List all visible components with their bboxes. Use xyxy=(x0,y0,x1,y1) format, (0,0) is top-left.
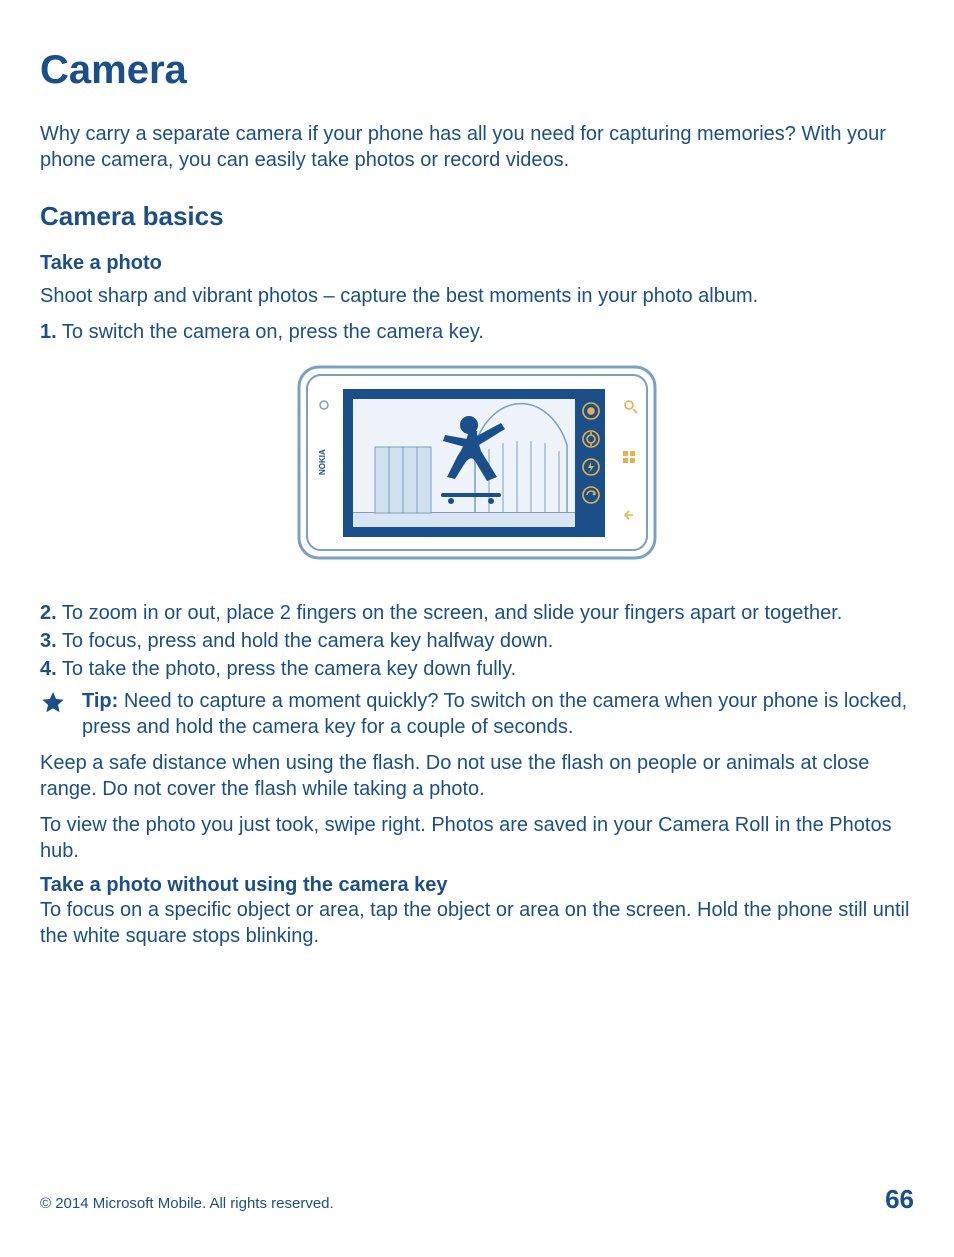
step-3: 3. To focus, press and hold the camera k… xyxy=(40,628,914,654)
step-4-number: 4. xyxy=(40,658,57,680)
step-1: 1. To switch the camera on, press the ca… xyxy=(40,319,914,345)
step-2-number: 2. xyxy=(40,602,57,624)
tip-text: Tip: Need to capture a moment quickly? T… xyxy=(82,688,914,740)
step-4-text: To take the photo, press the camera key … xyxy=(57,658,517,680)
subsection-heading-1: Take a photo xyxy=(40,252,914,275)
subsection-2-body: To focus on a specific object or area, t… xyxy=(40,897,914,949)
subsection-heading-2: Take a photo without using the camera ke… xyxy=(40,874,914,897)
illustration: NOKIA xyxy=(40,365,914,560)
tip-body: Need to capture a moment quickly? To swi… xyxy=(82,690,907,738)
step-1-number: 1. xyxy=(40,321,57,343)
page-footer: © 2014 Microsoft Mobile. All rights rese… xyxy=(40,1184,914,1215)
page-title: Camera xyxy=(40,48,914,93)
section-heading: Camera basics xyxy=(40,201,914,232)
step-2-text: To zoom in or out, place 2 fingers on th… xyxy=(57,602,843,624)
copyright-text: © 2014 Microsoft Mobile. All rights rese… xyxy=(40,1195,334,1212)
tip-label: Tip: xyxy=(82,690,118,712)
step-2: 2. To zoom in or out, place 2 fingers on… xyxy=(40,600,914,626)
step-3-number: 3. xyxy=(40,630,57,652)
document-page: Camera Why carry a separate camera if yo… xyxy=(0,0,954,1257)
brand-text: NOKIA xyxy=(318,449,327,475)
step-4: 4. To take the photo, press the camera k… xyxy=(40,656,914,682)
phone-camera-illustration: NOKIA xyxy=(297,365,657,560)
subsection-1-intro: Shoot sharp and vibrant photos – capture… xyxy=(40,283,914,309)
view-photo-paragraph: To view the photo you just took, swipe r… xyxy=(40,812,914,864)
tip-callout: Tip: Need to capture a moment quickly? T… xyxy=(40,688,914,740)
step-3-text: To focus, press and hold the camera key … xyxy=(57,630,554,652)
intro-paragraph: Why carry a separate camera if your phon… xyxy=(40,121,914,173)
page-number: 66 xyxy=(885,1184,914,1215)
step-1-text: To switch the camera on, press the camer… xyxy=(57,321,484,343)
star-icon xyxy=(40,690,66,721)
safety-paragraph: Keep a safe distance when using the flas… xyxy=(40,750,914,802)
